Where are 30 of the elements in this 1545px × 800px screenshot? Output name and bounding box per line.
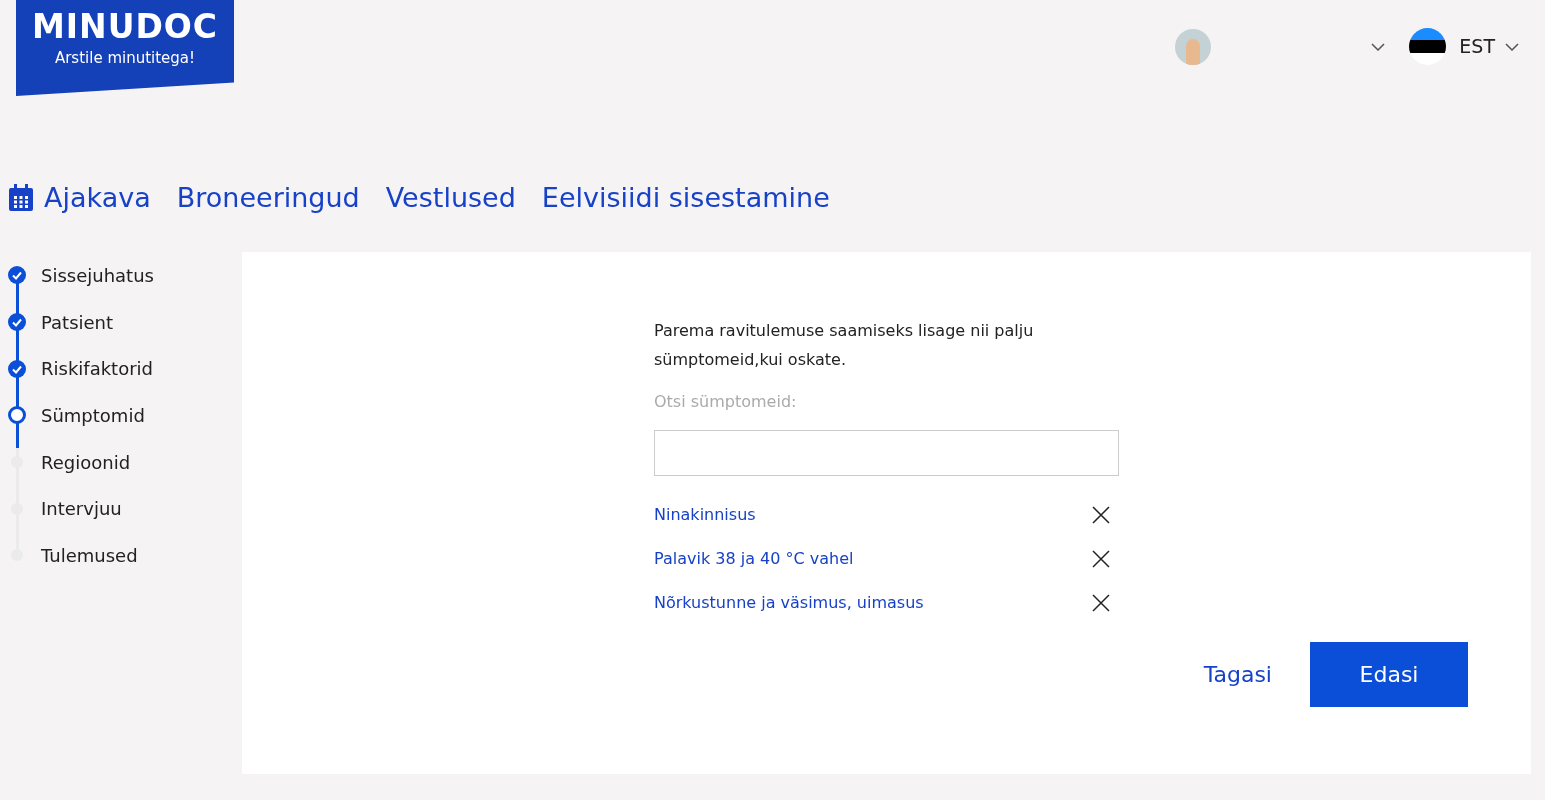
logo-tagline: Arstile minutitega! <box>54 48 196 69</box>
calendar-icon <box>8 184 34 212</box>
step-label[interactable]: Riskifaktorid <box>41 355 153 383</box>
symptom-link[interactable]: Ninakinnisus <box>654 503 756 527</box>
step-label[interactable]: Regioonid <box>41 448 131 476</box>
step-label[interactable]: Patsient <box>41 308 114 336</box>
next-button[interactable]: Edasi <box>1310 642 1468 707</box>
nav-link[interactable]: Broneeringud <box>176 177 360 219</box>
symptom-link[interactable]: Palavik 38 ja 40 °C vahel <box>654 547 854 571</box>
close-icon[interactable] <box>1092 594 1110 612</box>
language-code[interactable]: EST <box>1459 32 1495 61</box>
step-label[interactable]: Intervjuu <box>41 495 122 523</box>
nav-link[interactable]: Ajakava <box>8 177 151 219</box>
estonian-flag-icon[interactable] <box>1409 28 1447 65</box>
close-icon[interactable] <box>1092 550 1110 568</box>
search-label: Otsi sümptomeid: <box>654 391 798 413</box>
close-icon[interactable] <box>1092 506 1110 524</box>
nav-link[interactable]: Eelvisiidi sisestamine <box>541 177 830 219</box>
chevron-down-icon[interactable] <box>1505 42 1519 51</box>
search-field[interactable] <box>654 430 1119 476</box>
intro-text: Parema ravitulemuse saamiseks lisage nii palju sümptomeid,kui oskate. <box>654 320 1035 371</box>
logo-wordmark: MINUDOC <box>31 10 219 43</box>
logo[interactable]: MINUDOC Arstile minutitega! <box>16 0 234 96</box>
back-button[interactable]: Tagasi <box>1203 658 1272 691</box>
step-label[interactable]: Tulemused <box>41 541 138 569</box>
step-label[interactable]: Sümptomid <box>41 401 145 429</box>
step-label[interactable]: Sissejuhatus <box>41 261 154 289</box>
nav-link[interactable]: Vestlused <box>385 177 516 219</box>
symptom-link[interactable]: Nõrkustunne ja väsimus, uimasus <box>654 591 924 615</box>
chevron-down-icon[interactable] <box>1371 42 1386 51</box>
